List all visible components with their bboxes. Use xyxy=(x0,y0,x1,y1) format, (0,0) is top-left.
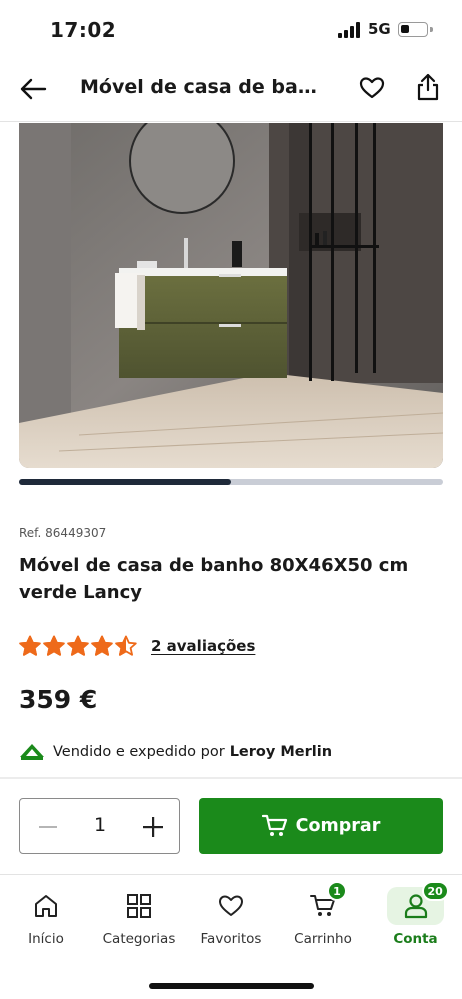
plus-icon xyxy=(143,817,163,837)
cart-icon: 1 xyxy=(307,881,347,921)
tab-label: Favoritos xyxy=(200,931,262,947)
product-photo xyxy=(19,123,443,468)
seller-prefix: Vendido e expedido por xyxy=(53,744,225,760)
star-filled-icon xyxy=(67,635,89,656)
account-notification-badge: 20 xyxy=(421,881,449,901)
image-carousel-indicator xyxy=(19,479,443,485)
product-rating: 2 avaliações xyxy=(19,633,255,659)
minus-icon xyxy=(39,826,57,828)
seller-name: Leroy Merlin xyxy=(229,744,333,760)
tab-favoritos[interactable]: Favoritos xyxy=(196,875,266,955)
tab-categorias[interactable]: Categorias xyxy=(100,875,178,955)
tab-inicio[interactable]: Início xyxy=(16,875,76,955)
carousel-progress xyxy=(19,479,231,485)
status-bar: 17:02 5G xyxy=(0,0,462,58)
increase-quantity-button[interactable] xyxy=(135,809,171,845)
reviews-link[interactable]: 2 avaliações xyxy=(151,637,255,655)
back-button[interactable] xyxy=(16,74,50,104)
star-filled-icon xyxy=(43,635,65,656)
section-divider xyxy=(0,777,462,779)
battery-icon xyxy=(398,22,428,37)
cart-icon xyxy=(261,814,287,836)
star-filled-icon xyxy=(19,635,41,656)
status-time: 17:02 xyxy=(50,18,117,42)
rating-stars xyxy=(19,635,137,657)
grid-icon xyxy=(123,891,155,921)
share-button[interactable] xyxy=(412,70,444,104)
quantity-value[interactable]: 1 xyxy=(80,814,120,836)
tab-label: Carrinho xyxy=(294,931,352,947)
home-indicator xyxy=(149,983,314,989)
share-icon xyxy=(417,73,439,101)
heart-outline-icon xyxy=(215,891,247,921)
tab-label: Conta xyxy=(393,931,438,947)
seller-info: Vendido e expedido por Leroy Merlin xyxy=(19,742,332,762)
tab-label: Início xyxy=(28,931,64,947)
arrow-left-icon xyxy=(20,78,47,100)
battery-tip xyxy=(430,27,433,32)
product-title: Móvel de casa de banho 80X46X50 cm verde… xyxy=(19,555,409,603)
favorite-button[interactable] xyxy=(356,72,388,104)
battery-level xyxy=(401,25,410,33)
cellular-signal-icon xyxy=(338,22,360,38)
bottom-tab-bar: Início Categorias Favoritos 1 Carrinho 2… xyxy=(0,874,462,964)
star-half-icon xyxy=(115,635,137,656)
star-filled-icon xyxy=(91,635,113,656)
heart-outline-icon xyxy=(359,77,385,99)
product-image[interactable] xyxy=(19,123,443,468)
tab-conta[interactable]: 20 Conta xyxy=(388,875,449,955)
user-icon: 20 xyxy=(400,881,449,921)
product-reference: Ref. 86449307 xyxy=(19,526,107,540)
quantity-stepper: 1 xyxy=(19,798,180,854)
tab-label: Categorias xyxy=(102,931,176,947)
buy-button[interactable]: Comprar xyxy=(199,798,443,854)
app-header: Móvel de casa de banho 80X46X50 cm verde… xyxy=(0,58,462,122)
product-price: 359 € xyxy=(19,685,98,714)
leroy-merlin-logo-icon xyxy=(20,744,44,760)
header-title: Móvel de casa de banho 80X46X50 cm verde… xyxy=(80,76,328,98)
buy-button-label: Comprar xyxy=(295,816,381,836)
network-type: 5G xyxy=(368,20,391,38)
home-icon xyxy=(30,891,62,921)
cart-count-badge: 1 xyxy=(327,881,347,901)
decrease-quantity-button[interactable] xyxy=(30,809,66,845)
tab-carrinho[interactable]: 1 Carrinho xyxy=(290,875,356,955)
